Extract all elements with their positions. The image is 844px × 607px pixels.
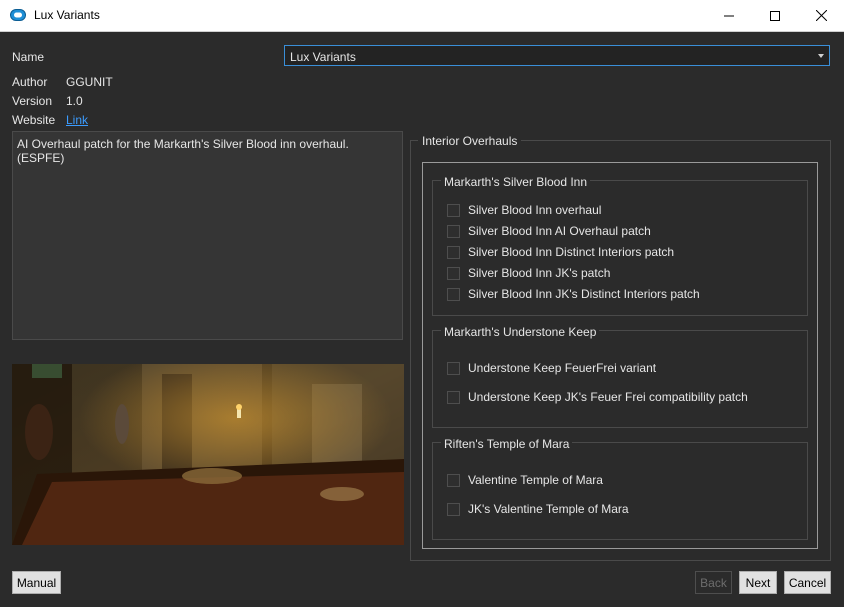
cancel-button[interactable]: Cancel: [784, 571, 831, 594]
option-jks-valentine-temple-of-mara[interactable]: JK's Valentine Temple of Mara: [447, 502, 629, 516]
option-silver-blood-inn-jks-distinct-interiors-patch[interactable]: Silver Blood Inn JK's Distinct Interiors…: [447, 287, 700, 301]
option-understone-keep-jks-feuer-frei-patch[interactable]: Understone Keep JK's Feuer Frei compatib…: [447, 390, 748, 404]
close-icon: [815, 10, 827, 21]
group-title: Riften's Temple of Mara: [441, 437, 573, 451]
description-text: AI Overhaul patch for the Markarth's Sil…: [17, 137, 349, 165]
website-link[interactable]: Link: [66, 113, 88, 127]
manual-button[interactable]: Manual: [12, 571, 61, 594]
checkbox[interactable]: [447, 224, 460, 238]
option-valentine-temple-of-mara[interactable]: Valentine Temple of Mara: [447, 473, 603, 487]
option-label: JK's Valentine Temple of Mara: [468, 502, 629, 516]
next-button[interactable]: Next: [739, 571, 777, 594]
name-label: Name: [12, 50, 45, 64]
option-label: Silver Blood Inn Distinct Interiors patc…: [468, 245, 675, 259]
app-icon: [10, 9, 26, 21]
group-title: Markarth's Understone Keep: [441, 325, 600, 339]
option-silver-blood-inn-distinct-interiors-patch[interactable]: Silver Blood Inn Distinct Interiors patc…: [447, 245, 674, 259]
option-label: Silver Blood Inn JK's Distinct Interiors…: [468, 287, 700, 301]
option-label: Understone Keep JK's Feuer Frei compatib…: [468, 390, 748, 404]
website-label: Website: [12, 113, 56, 127]
checkbox[interactable]: [447, 473, 460, 487]
option-silver-blood-inn-overhaul[interactable]: Silver Blood Inn overhaul: [447, 203, 601, 217]
checkbox[interactable]: [447, 502, 460, 516]
checkbox[interactable]: [447, 287, 460, 301]
close-button[interactable]: [798, 0, 844, 31]
author-label: Author: [12, 75, 48, 89]
minimize-button[interactable]: [706, 0, 752, 31]
minimize-icon: [724, 15, 734, 16]
option-label: Valentine Temple of Mara: [468, 473, 603, 487]
group-understone-keep: [432, 330, 808, 428]
option-silver-blood-inn-jks-patch[interactable]: Silver Blood Inn JK's patch: [447, 266, 610, 280]
title-bar: Lux Variants: [0, 0, 844, 32]
maximize-button[interactable]: [752, 0, 798, 31]
option-label: Silver Blood Inn AI Overhaul patch: [468, 224, 651, 238]
option-label: Silver Blood Inn JK's patch: [468, 266, 611, 280]
author-value: GGUNIT: [66, 75, 113, 89]
module-name-combobox[interactable]: Lux Variants: [284, 45, 830, 66]
preview-image: [12, 364, 404, 545]
group-title: Markarth's Silver Blood Inn: [441, 175, 591, 189]
checkbox[interactable]: [447, 203, 460, 217]
checkbox[interactable]: [447, 245, 460, 259]
version-value: 1.0: [66, 94, 83, 108]
maximize-icon: [770, 10, 780, 21]
checkbox[interactable]: [447, 266, 460, 280]
option-label: Understone Keep FeuerFrei variant: [468, 361, 657, 375]
option-silver-blood-inn-ai-overhaul-patch[interactable]: Silver Blood Inn AI Overhaul patch: [447, 224, 651, 238]
module-name-value: Lux Variants: [290, 50, 356, 64]
chevron-down-icon: [818, 54, 824, 58]
step-title: Interior Overhauls: [418, 134, 522, 148]
back-button[interactable]: Back: [695, 571, 732, 594]
option-understone-keep-feuerfrei-variant[interactable]: Understone Keep FeuerFrei variant: [447, 361, 656, 375]
group-temple-of-mara: [432, 442, 808, 540]
window-title: Lux Variants: [34, 8, 100, 22]
checkbox[interactable]: [447, 390, 460, 404]
version-label: Version: [12, 94, 53, 108]
preview-scene: [12, 364, 404, 545]
option-label: Silver Blood Inn overhaul: [468, 203, 602, 217]
checkbox[interactable]: [447, 361, 460, 375]
description-box[interactable]: AI Overhaul patch for the Markarth's Sil…: [12, 131, 403, 340]
